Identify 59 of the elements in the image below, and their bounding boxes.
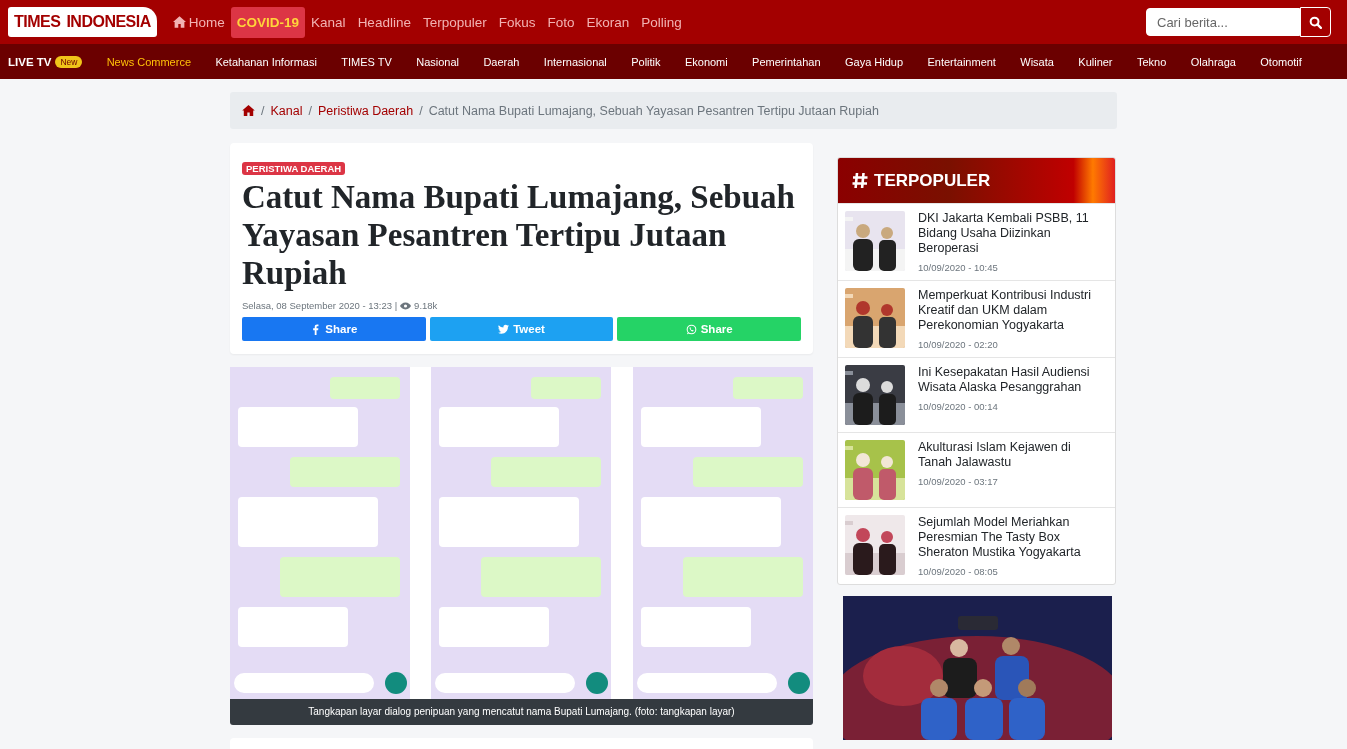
- category-link[interactable]: Kuliner: [1066, 55, 1125, 68]
- category-link[interactable]: TIMES TV: [329, 55, 404, 68]
- nav-link[interactable]: Foto: [541, 6, 581, 38]
- view-count: 9.18k: [414, 300, 438, 311]
- live-tv-link[interactable]: LIVE TV: [8, 55, 52, 68]
- category-link[interactable]: Pemerintahan: [739, 55, 833, 68]
- hash-icon: [852, 172, 868, 189]
- nav-link[interactable]: Kanal: [305, 6, 352, 38]
- category-link[interactable]: Ketahanan Informasi: [203, 55, 330, 68]
- nav-link[interactable]: Home: [166, 6, 231, 38]
- eye-icon: [400, 301, 412, 310]
- article-time: 10/09/2020 - 08:05: [918, 566, 999, 577]
- category-link[interactable]: Gaya Hidup: [832, 55, 916, 68]
- image-caption: Tangkapan layar dialog penipuan yang mencatut nama Bupati Lumajang. (foto: tangkapan layar): [230, 699, 813, 725]
- article-time: 10/09/2020 - 10:45: [918, 262, 999, 273]
- search-icon: [1309, 15, 1322, 29]
- category-link[interactable]: Tekno: [1124, 55, 1179, 68]
- breadcrumb-current: Catut Nama Bupati Lumajang, Sebuah Yayasan Pesantren Tertipu Jutaan Rupiah: [428, 103, 879, 118]
- article-title: Catut Nama Bupati Lumajang, Sebuah Yayasan Pesantren Tertipu Jutaan Rupiah: [242, 178, 796, 292]
- breadcrumb-link[interactable]: Peristiwa Daerah: [317, 103, 414, 118]
- panel-title: TERPOPULER: [874, 170, 991, 191]
- category-link[interactable]: Ekonomi: [672, 55, 740, 68]
- category-link[interactable]: News Commerce: [94, 55, 204, 68]
- article-time: 10/09/2020 - 00:14: [918, 401, 999, 412]
- category-link[interactable]: Politik: [619, 55, 673, 68]
- category-link[interactable]: Olahraga: [1178, 55, 1249, 68]
- nav-link[interactable]: Terpopuler: [416, 6, 493, 38]
- share-button[interactable]: Share: [242, 317, 426, 341]
- article-time: 10/09/2020 - 02:20: [918, 339, 999, 350]
- breadcrumb-separator: /: [308, 103, 312, 118]
- article-link[interactable]: DKI Jakarta Kembali PSBB, 11 Bidang Usaha Diizinkan Beroperasi: [918, 211, 1108, 256]
- search-field[interactable]: Cari berita...: [1146, 8, 1300, 36]
- site-logo[interactable]: TIMES INDONESIA: [8, 7, 157, 37]
- nav-link[interactable]: Ekoran: [580, 6, 636, 38]
- article-link[interactable]: Sejumlah Model Meriahkan Peresmian The Tasty Box Sheraton Mustika Yogyakarta: [918, 515, 1108, 560]
- nav-link[interactable]: Headline: [351, 6, 417, 38]
- category-tag[interactable]: PERISTIWA DAERAH: [242, 162, 346, 175]
- article-link[interactable]: Ini Kesepakatan Hasil Audiensi Wisata Alaska Pesanggrahan: [918, 365, 1108, 395]
- whatsapp-icon: [685, 323, 697, 335]
- article-link[interactable]: Akulturasi Islam Kejawen di Tanah Jalawastu: [918, 440, 1108, 470]
- twitter-icon: [498, 323, 510, 335]
- publish-date: Selasa, 08 September 2020 - 13:23 |: [242, 300, 398, 311]
- search-button[interactable]: [1300, 7, 1331, 37]
- category-link[interactable]: Nasional: [404, 55, 472, 68]
- category-link[interactable]: Entertainment: [915, 55, 1009, 68]
- breadcrumb-link[interactable]: Kanal: [270, 103, 303, 118]
- home-icon: [172, 16, 186, 28]
- breadcrumb-separator: /: [419, 103, 423, 118]
- category-link[interactable]: Wisata: [1008, 55, 1067, 68]
- article-time: 10/09/2020 - 03:17: [918, 476, 999, 487]
- breadcrumb-separator: /: [261, 103, 265, 118]
- category-link[interactable]: Otomotif: [1248, 55, 1315, 68]
- category-link[interactable]: Daerah: [471, 55, 532, 68]
- new-badge: New: [55, 55, 83, 68]
- nav-link[interactable]: Polling: [635, 6, 688, 38]
- category-link[interactable]: Internasional: [531, 55, 619, 68]
- article-link[interactable]: Memperkuat Kontribusi Industri Kreatif dan UKM dalam Perekonomian Yogyakarta: [918, 288, 1108, 333]
- nav-link[interactable]: Fokus: [492, 6, 542, 38]
- home-icon[interactable]: [242, 105, 255, 116]
